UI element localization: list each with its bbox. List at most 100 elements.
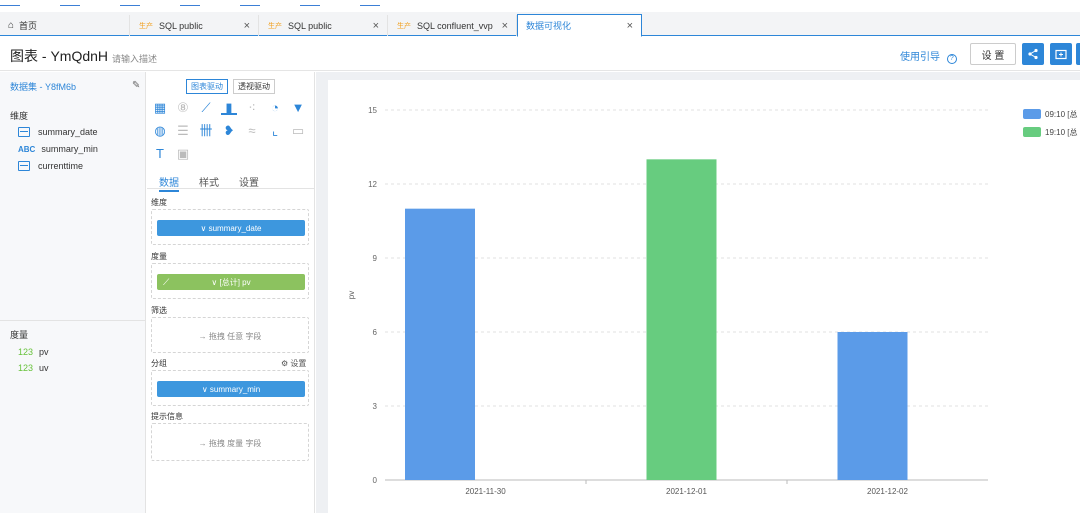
- filter-hint: → 拖拽 任意 字段: [198, 332, 262, 341]
- env-badge: 生产: [139, 22, 153, 30]
- image-chart-icon[interactable]: ▣: [175, 147, 191, 161]
- title-bar: 图表 - YmQdnH 请输入描述 使用引导 ? 设 置: [0, 37, 1080, 71]
- more-button[interactable]: [1076, 43, 1080, 65]
- close-icon[interactable]: ×: [373, 20, 379, 32]
- table-chart-icon[interactable]: ▦: [152, 101, 168, 115]
- tab-sql-public-2[interactable]: 生产 SQL public ×: [260, 15, 388, 36]
- env-badge: 生产: [268, 22, 282, 30]
- y-tick-label: 0: [373, 476, 378, 485]
- tab-label: SQL confluent_vvp: [417, 20, 493, 31]
- close-icon[interactable]: ×: [627, 20, 633, 32]
- field-name: summary_date: [38, 127, 98, 137]
- china-map-icon[interactable]: ❥: [221, 124, 237, 138]
- chart-card: 0 3 6 9 12 15 pv 2021-11-30 2021-12-01 2021-12-02…: [328, 80, 1080, 513]
- tab-sql-public-1[interactable]: 生产 SQL public ×: [131, 15, 259, 36]
- tab-label: SQL public: [288, 20, 332, 31]
- line-chart-icon: ⟋: [163, 276, 170, 287]
- group-settings-link[interactable]: ⚙ 设置: [281, 358, 306, 369]
- field-name: uv: [39, 363, 49, 373]
- chart-drive-button[interactable]: 图表驱动: [186, 79, 228, 94]
- tab-style[interactable]: 样式: [199, 174, 219, 189]
- text-chart-icon[interactable]: T: [152, 147, 168, 161]
- measure-field[interactable]: 123 pv: [18, 347, 49, 357]
- edit-icon[interactable]: ✎: [132, 80, 140, 91]
- x-tick-label: 2021-11-30: [465, 487, 506, 496]
- iframe-chart-icon[interactable]: ▭: [290, 124, 306, 138]
- tab-label: SQL public: [159, 20, 203, 31]
- scorecard-chart-icon[interactable]: ⑧: [175, 101, 191, 115]
- legend-label: 09:10 [总: [1045, 109, 1077, 119]
- map-chart-icon[interactable]: ◍: [152, 124, 168, 138]
- tab-data-visualization[interactable]: 数据可视化 ×: [517, 14, 642, 37]
- config-subtabs: 数据 样式 设置: [147, 172, 315, 192]
- measure-pill-label: ∨ [总计] pv: [211, 277, 251, 287]
- divider: [0, 320, 146, 321]
- scatter-chart-icon[interactable]: ⁖: [244, 101, 260, 115]
- settings-button[interactable]: 设 置: [970, 43, 1016, 65]
- top-strip: [0, 0, 1080, 6]
- dataset-panel: 数据集 - Y8fM6b ✎ 维度 summary_date ABC summa…: [0, 72, 146, 513]
- field-name: summary_min: [41, 144, 98, 154]
- number-type-icon: 123: [18, 347, 34, 357]
- dimension-field[interactable]: currenttime: [18, 161, 83, 171]
- home-icon: ⌂: [8, 20, 15, 31]
- bar: [405, 208, 475, 480]
- pie-chart-icon[interactable]: ◔: [267, 101, 283, 115]
- calendar-icon: [18, 161, 30, 171]
- bar: [646, 159, 717, 480]
- tab-settings[interactable]: 设置: [239, 174, 259, 189]
- field-name: currenttime: [38, 161, 84, 171]
- measure-field[interactable]: 123 uv: [18, 363, 49, 373]
- tab-sql-confluent[interactable]: 生产 SQL confluent_vvp ×: [389, 15, 517, 36]
- page-title[interactable]: 图表 - YmQdnH: [10, 46, 108, 66]
- y-tick-label: 9: [373, 254, 378, 263]
- legend-swatch: [1023, 109, 1041, 119]
- dimension-label: 维度: [151, 198, 167, 207]
- tab-data[interactable]: 数据: [159, 174, 179, 192]
- tooltip-hint: → 拖拽 度量 字段: [198, 439, 262, 448]
- filter-dropzone[interactable]: → 拖拽 任意 字段: [151, 317, 309, 353]
- filter-label: 筛选: [151, 306, 167, 315]
- combo-chart-icon[interactable]: ⌞: [267, 124, 283, 138]
- dimension-dropzone[interactable]: ∨ summary_date: [151, 209, 309, 245]
- bar-chart-icon[interactable]: ▮: [221, 101, 237, 115]
- dataset-name[interactable]: 数据集 - Y8fM6b: [10, 80, 76, 93]
- measure-label: 度量: [151, 252, 167, 261]
- wordcloud-chart-icon[interactable]: ☰: [175, 124, 191, 138]
- dimensions-title: 维度: [10, 111, 29, 121]
- bar-chart: 0 3 6 9 12 15 pv 2021-11-30 2021-12-01 2021-12-02…: [347, 106, 1077, 496]
- group-dropzone[interactable]: ∨ summary_min: [151, 370, 309, 406]
- help-circle-icon: ?: [946, 54, 957, 64]
- tab-home[interactable]: ⌂ 首页: [0, 15, 130, 36]
- line-chart-icon[interactable]: ⟋: [198, 101, 214, 115]
- guide-link[interactable]: 使用引导 ?: [900, 48, 957, 64]
- dimension-field[interactable]: summary_date: [18, 127, 98, 137]
- area-chart-icon[interactable]: ≈: [244, 124, 260, 138]
- bar: [837, 332, 908, 480]
- env-badge: 生产: [397, 22, 411, 30]
- tooltip-dropzone[interactable]: → 拖拽 度量 字段: [151, 423, 309, 461]
- tab-label: 数据可视化: [526, 21, 572, 31]
- dimension-field[interactable]: ABC summary_min: [18, 144, 98, 154]
- chart-config-panel: 图表驱动 透视驱动 ▦ ⑧ ⟋ ▮ ⁖ ◔ ▼ ◍ ☰ 卌 ❥ ≈ ⌞ ▭ T …: [147, 72, 315, 513]
- dimension-pill[interactable]: ∨ summary_date: [157, 220, 305, 236]
- text-type-icon: ABC: [18, 144, 36, 154]
- funnel-chart-icon[interactable]: ▼: [290, 101, 306, 115]
- share-button[interactable]: [1022, 43, 1044, 65]
- legend-label: 19:10 [总: [1045, 127, 1077, 137]
- close-icon[interactable]: ×: [244, 20, 250, 32]
- save-to-folder-button[interactable]: [1050, 43, 1072, 65]
- pivot-drive-button[interactable]: 透视驱动: [233, 79, 275, 94]
- group-pill[interactable]: ∨ summary_min: [157, 381, 305, 397]
- tooltip-label: 提示信息: [151, 412, 183, 421]
- measure-pill[interactable]: ⟋ ∨ [总计] pv: [157, 274, 305, 290]
- parallel-chart-icon[interactable]: 卌: [198, 124, 214, 138]
- y-axis-label: pv: [347, 291, 356, 299]
- y-tick-label: 12: [368, 180, 377, 189]
- share-icon: [1028, 48, 1038, 60]
- measure-dropzone[interactable]: ⟋ ∨ [总计] pv: [151, 263, 309, 299]
- close-icon[interactable]: ×: [502, 20, 508, 32]
- description-input[interactable]: 请输入描述: [112, 52, 157, 65]
- x-tick-label: 2021-12-02: [867, 487, 908, 496]
- gear-icon: ⚙: [281, 359, 289, 368]
